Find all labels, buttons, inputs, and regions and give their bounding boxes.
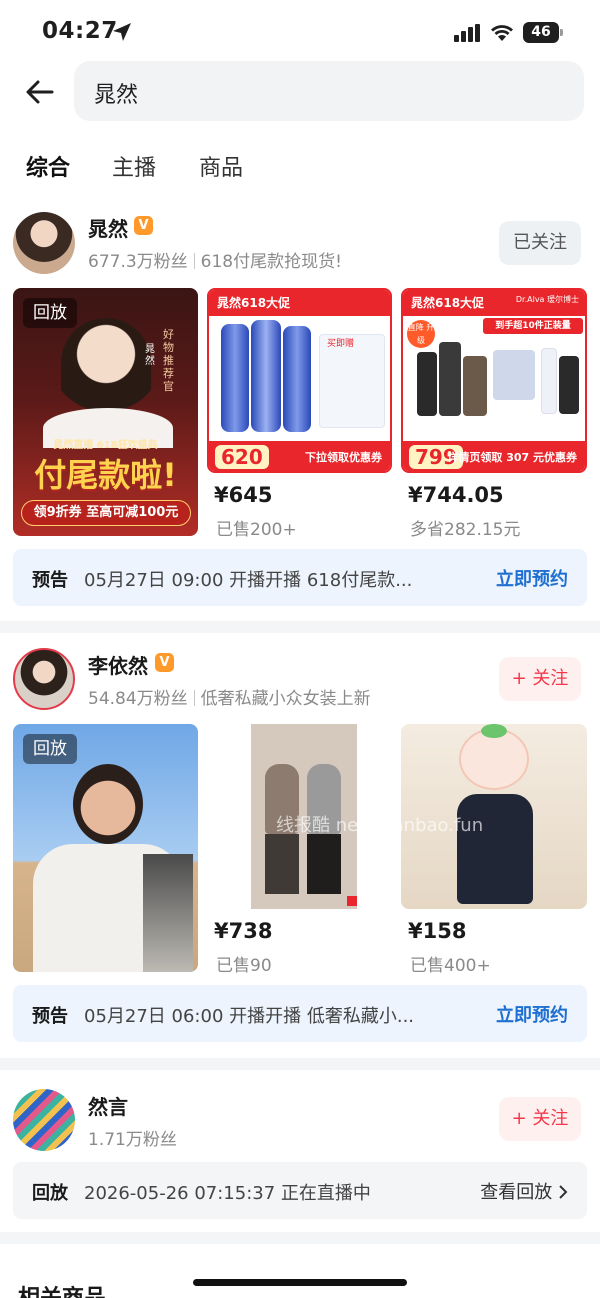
promo-foot-text: 详情页领取 307 元优惠券 [447,451,577,464]
promo-extra: 到手超10件正装量 [483,318,583,334]
section-divider [0,1058,600,1070]
battery-level: 46 [523,22,559,43]
tab-streamers[interactable]: 主播 [112,150,156,182]
notice-tag: 预告 [32,570,68,591]
product-image[interactable]: 晁然618大促 买即赠 620 下拉领取优惠券 [207,288,392,473]
verified-badge-icon: V [134,216,153,235]
streamer-name[interactable]: 然言 [88,1091,128,1120]
promo-head: 晁然618大促 [209,290,390,316]
replay-tag: 回放 [23,734,77,764]
avatar[interactable] [13,648,75,710]
view-replay-label: 查看回放 [480,1182,553,1203]
replay-bar[interactable]: 回放 2026-05-26 07:15:37 正在直播中 查看回放 [13,1162,587,1219]
streamer-name[interactable]: 晁然 [88,213,128,242]
streamer-meta: 677.3万粉丝 618付尾款抢现货! [88,247,342,272]
product-sold: 已售400+ [410,956,491,976]
promo-price: 620 [215,445,269,469]
watermark-text: 线报酷 new.xianbao.fun [276,815,484,836]
streamer-name[interactable]: 李依然 [88,650,148,679]
cover-side-text: 好物推荐官 [163,328,174,393]
notice-text: 05月27日 06:00 开播开播 低奢私藏小... [84,1006,415,1027]
notice-text: 05月27日 09:00 开播开播 618付尾款... [84,570,413,591]
status-bar: 04:27 46 [0,0,600,64]
live-notice-bar[interactable]: 预告 05月27日 09:00 开播开播 618付尾款... 立即预约 [13,549,587,606]
replay-tag: 回放 [23,298,77,328]
tab-comprehensive[interactable]: 综合 [26,150,70,182]
product-price: ¥158 [408,919,467,943]
followed-button[interactable]: 已关注 [499,221,581,265]
wifi-icon [491,25,513,41]
section-divider [0,621,600,633]
fans-count: 1.71万粉丝 [88,1130,177,1150]
status-time: 04:27 [42,18,118,44]
replay-text: 2026-05-26 07:15:37 正在直播中 [84,1183,371,1204]
fans-count: 677.3万粉丝 [88,252,188,272]
streamer-desc: 低奢私藏小众女装上新 [200,689,371,709]
product-price: ¥744.05 [408,483,504,507]
live-replay-cover[interactable]: 回放 [13,724,198,972]
product-sold: 已售200+ [216,520,297,540]
tab-products[interactable]: 商品 [199,150,243,182]
live-notice-bar[interactable]: 预告 05月27日 06:00 开播开播 低奢私藏小... 立即预约 [13,985,587,1042]
live-replay-cover[interactable]: 好物推荐官 晁然 晁然直播 618狂欢盛典 付尾款啦! 领9折券 至高可减100… [13,288,198,536]
battery-icon: 46 [523,22,563,43]
reserve-button[interactable]: 立即预约 [496,565,568,591]
promo-tag: 直降 升级 [407,320,435,348]
cover-banner-text: 付尾款啦! [34,456,177,494]
avatar[interactable] [13,1089,75,1151]
location-arrow-icon [113,23,131,41]
follow-button[interactable]: + 关注 [499,1097,581,1141]
cellular-signal-icon [454,24,480,42]
follow-button[interactable]: + 关注 [499,657,581,701]
back-arrow-icon[interactable] [22,74,58,110]
product-sold: 已售90 [216,956,272,976]
cover-event-text: 晁然直播 618狂欢盛典 [53,440,158,451]
search-query: 晁然 [94,83,139,108]
replay-tag: 回放 [32,1183,68,1204]
chevron-right-icon [559,1185,568,1199]
verified-badge-icon: V [155,653,174,672]
product-image[interactable]: 晁然618大促 Dr.Alva 瑷尔博士 到手超10件正装量 直降 升级 799… [401,288,587,473]
avatar[interactable] [13,212,75,274]
promo-extra: 买即赠 [327,339,355,349]
fans-count: 54.84万粉丝 [88,689,188,709]
related-products-title: 相关商品 [18,1280,106,1298]
product-price: ¥645 [214,483,273,507]
product-sold: 多省282.15元 [410,520,521,540]
streamer-meta: 54.84万粉丝 低奢私藏小众女装上新 [88,684,371,709]
promo-brand: Dr.Alva 瑷尔博士 [515,295,579,304]
home-indicator[interactable] [193,1279,407,1286]
promo-foot-text: 下拉领取优惠券 [305,451,382,464]
section-divider [0,1232,600,1244]
streamer-desc: 618付尾款抢现货! [200,252,342,272]
reserve-button[interactable]: 立即预约 [496,1001,568,1027]
cover-promo-text: 领9折券 至高可减100元 [21,500,191,526]
notice-tag: 预告 [32,1006,68,1027]
view-replay-button[interactable]: 查看回放 [480,1178,568,1204]
search-input[interactable]: 晁然 [74,61,584,121]
product-price: ¥738 [214,919,273,943]
cover-side-name: 晁然 [145,344,155,367]
